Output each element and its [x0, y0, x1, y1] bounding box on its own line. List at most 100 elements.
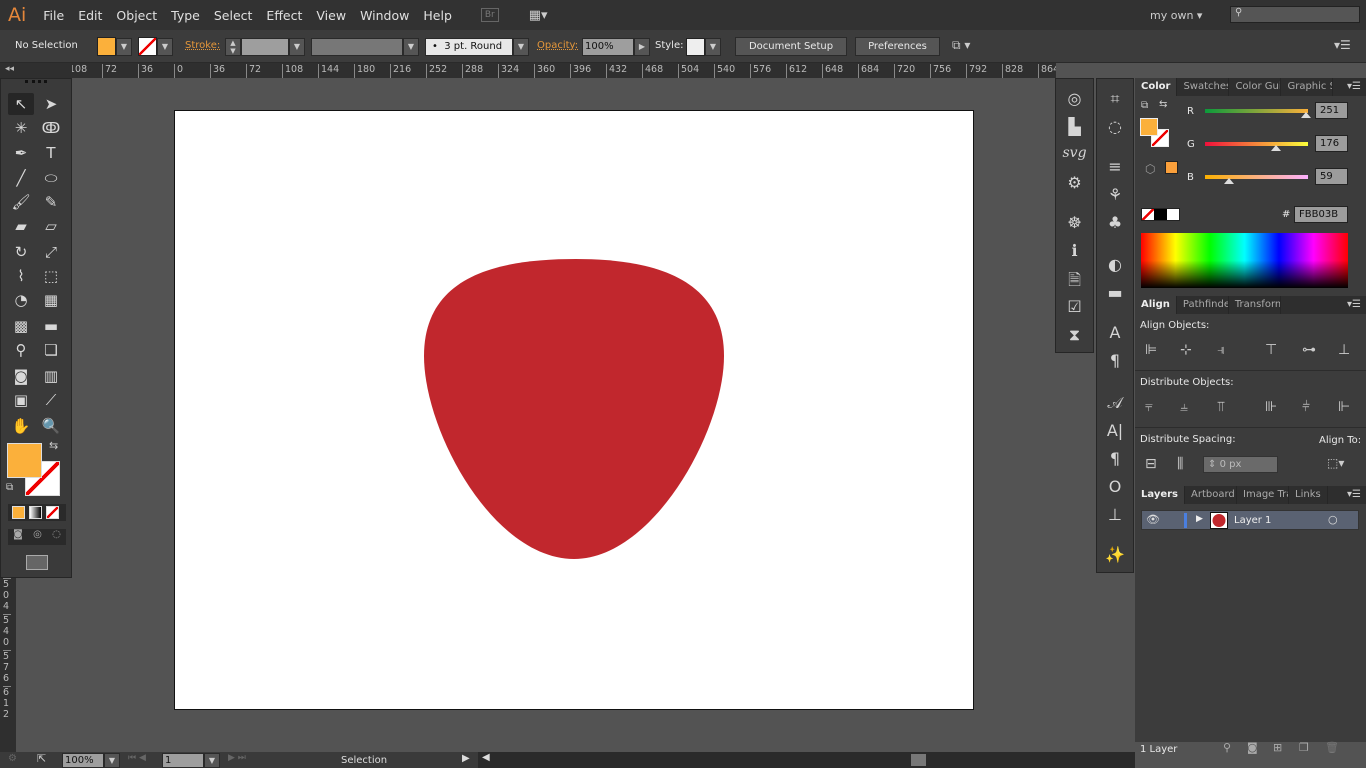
r-slider[interactable] — [1205, 109, 1308, 113]
menu-window[interactable]: Window — [353, 8, 416, 23]
panel-menu-icon[interactable]: ▾☰ — [1342, 78, 1366, 96]
tab-align[interactable]: Align — [1135, 296, 1177, 314]
draw-inside-icon[interactable]: ◌ — [52, 529, 61, 545]
tab-graphic-styles[interactable]: Graphic Styles — [1281, 78, 1334, 96]
stroke-swatch[interactable] — [138, 37, 157, 56]
distribute-bottom-icon[interactable]: ⫪ — [1217, 399, 1225, 415]
transparency-panel-icon[interactable]: ◐ — [1097, 255, 1133, 274]
eyedropper-tool[interactable]: ⚲ — [8, 339, 34, 361]
preferences-button[interactable]: Preferences — [855, 37, 940, 56]
red-rounded-triangle-shape[interactable] — [424, 259, 724, 559]
swap-colors-icon[interactable]: ⇆ — [49, 439, 58, 452]
collapse-icon[interactable]: ◂◂ — [5, 64, 14, 74]
arrange-icon[interactable]: ⧉ ▾ — [952, 38, 970, 53]
scrollbar-thumb[interactable] — [911, 754, 926, 766]
distribute-vertical-center-icon[interactable]: ⫨ — [1180, 399, 1188, 415]
panel-menu-icon[interactable]: ▾☰ — [1342, 296, 1366, 314]
menu-select[interactable]: Select — [207, 8, 260, 23]
svg-interactivity-icon[interactable]: svg — [1056, 145, 1093, 161]
color-spectrum[interactable] — [1141, 233, 1348, 288]
horizontal-ruler[interactable]: ◂◂ 108 72 36 0 36 72 108 144 180 216 252 288 324 360 3… — [0, 63, 1056, 78]
distribute-horizontal-center-icon[interactable]: ⫩ — [1302, 399, 1310, 415]
paragraph-styles-icon[interactable]: ¶ — [1097, 351, 1133, 370]
fill-color-box[interactable] — [7, 443, 42, 478]
blend-tool[interactable]: ❏ — [38, 339, 64, 361]
stroke-dropdown[interactable]: ▼ — [157, 38, 173, 56]
visibility-eye-icon[interactable]: 👁 — [1146, 513, 1160, 526]
delete-layer-icon[interactable]: 🗑 — [1325, 741, 1339, 754]
pen-tool[interactable]: ✒ — [8, 142, 34, 164]
artboard[interactable] — [174, 110, 974, 710]
menu-help[interactable]: Help — [416, 8, 459, 23]
tab-color-guide[interactable]: Color Guide — [1229, 78, 1282, 96]
paragraph-icon[interactable]: ¶ — [1097, 449, 1133, 468]
zoom-tool[interactable]: 🔍 — [38, 415, 64, 437]
swap-icon[interactable]: ⇆ — [1159, 99, 1167, 110]
brushes-icon[interactable]: ◌ — [1097, 117, 1133, 136]
align-bottom-icon[interactable]: ⊥ — [1338, 342, 1350, 358]
flattener-preview-icon[interactable]: ☑ — [1056, 297, 1093, 316]
style-dropdown[interactable]: ▼ — [705, 38, 721, 56]
navigator-icon[interactable]: ☸ — [1056, 213, 1093, 232]
zoom-dropdown[interactable]: ▼ — [104, 753, 120, 768]
distribute-left-icon[interactable]: ⊪ — [1265, 399, 1277, 415]
spacing-input[interactable]: ⇕ 0 px — [1203, 456, 1278, 473]
character-styles-icon[interactable]: A — [1097, 323, 1133, 342]
default-colors-icon[interactable]: ⧉ — [6, 482, 13, 493]
expand-triangle-icon[interactable]: ▶ — [1196, 514, 1203, 524]
image-trace-icon[interactable]: ✨ — [1097, 545, 1133, 564]
opacity-input[interactable]: 100% — [582, 38, 634, 56]
fill-dropdown[interactable]: ▼ — [116, 38, 132, 56]
align-top-icon[interactable]: ⊤ — [1265, 342, 1277, 358]
artboard-number-input[interactable]: 1 — [162, 753, 204, 768]
paintbrush-tool[interactable]: 🖌 — [8, 191, 34, 213]
blob-brush-tool[interactable]: ▰ — [8, 215, 34, 237]
ellipse-tool[interactable]: ⬭ — [38, 167, 64, 189]
align-right-icon[interactable]: ⫣ — [1217, 342, 1225, 358]
lasso-tool[interactable]: ↂ — [38, 117, 64, 139]
locate-object-icon[interactable]: ⚲ — [1223, 741, 1231, 754]
white-swatch[interactable] — [1166, 209, 1179, 220]
menu-object[interactable]: Object — [109, 8, 164, 23]
b-input[interactable]: 59 — [1315, 168, 1348, 185]
opentype-icon[interactable]: O — [1097, 477, 1133, 496]
stroke-weight-input[interactable] — [241, 38, 289, 56]
new-sublayer-icon[interactable]: ⊞ — [1273, 741, 1282, 754]
b-slider[interactable] — [1205, 175, 1308, 179]
make-clipping-mask-icon[interactable]: ◙ — [1247, 741, 1258, 754]
stroke-icon[interactable]: ≡ — [1097, 157, 1133, 176]
menu-type[interactable]: Type — [164, 8, 207, 23]
gradient-mode-button[interactable] — [29, 506, 42, 519]
gradient-panel-icon[interactable]: ▬ — [1097, 283, 1133, 302]
profile-dropdown[interactable]: ▼ — [403, 38, 419, 56]
rotate-tool[interactable]: ↻ — [8, 241, 34, 263]
style-swatch[interactable] — [686, 38, 705, 56]
brush-definition[interactable]: • 3 pt. Round — [425, 38, 513, 56]
status-menu-arrow[interactable]: ▶ — [462, 753, 470, 764]
default-fill-stroke-icon[interactable]: ⧉ — [1141, 100, 1148, 111]
tab-color[interactable]: Color — [1135, 78, 1178, 96]
perspective-grid-tool[interactable]: ▦ — [38, 289, 64, 311]
g-slider-handle[interactable] — [1271, 145, 1282, 151]
brush-library-icon[interactable]: ⚘ — [1097, 185, 1133, 204]
glyphs-icon[interactable]: 𝒜 — [1097, 393, 1133, 413]
appearance-icon[interactable]: ◎ — [1056, 89, 1093, 108]
tab-transform[interactable]: Transform — [1229, 296, 1281, 314]
panel-menu-icon[interactable]: ▾☰ — [1342, 486, 1366, 504]
hand-tool[interactable]: ✋ — [8, 415, 34, 437]
slice-tool[interactable]: ⟋ — [38, 389, 64, 411]
fill-swatch[interactable] — [97, 37, 116, 56]
symbols-icon[interactable]: ♣ — [1097, 213, 1133, 232]
share-icon[interactable]: ⇱ — [37, 752, 46, 765]
align-to-selection-dropdown[interactable]: ⬚▾ — [1327, 456, 1344, 470]
color-mode-button[interactable] — [12, 506, 25, 519]
b-slider-handle[interactable] — [1223, 178, 1234, 184]
column-graph-tool[interactable]: ▥ — [38, 365, 64, 387]
closest-web-color-swatch[interactable] — [1165, 161, 1178, 174]
draw-normal-icon[interactable]: ◙ — [13, 529, 23, 545]
none-swatch[interactable] — [1142, 209, 1155, 220]
gradient-tool[interactable]: ▬ — [38, 315, 64, 337]
magic-wand-tool[interactable]: ✳ — [8, 117, 34, 139]
brush-dropdown[interactable]: ▼ — [513, 38, 529, 56]
opacity-arrow[interactable]: ▶ — [634, 38, 650, 56]
